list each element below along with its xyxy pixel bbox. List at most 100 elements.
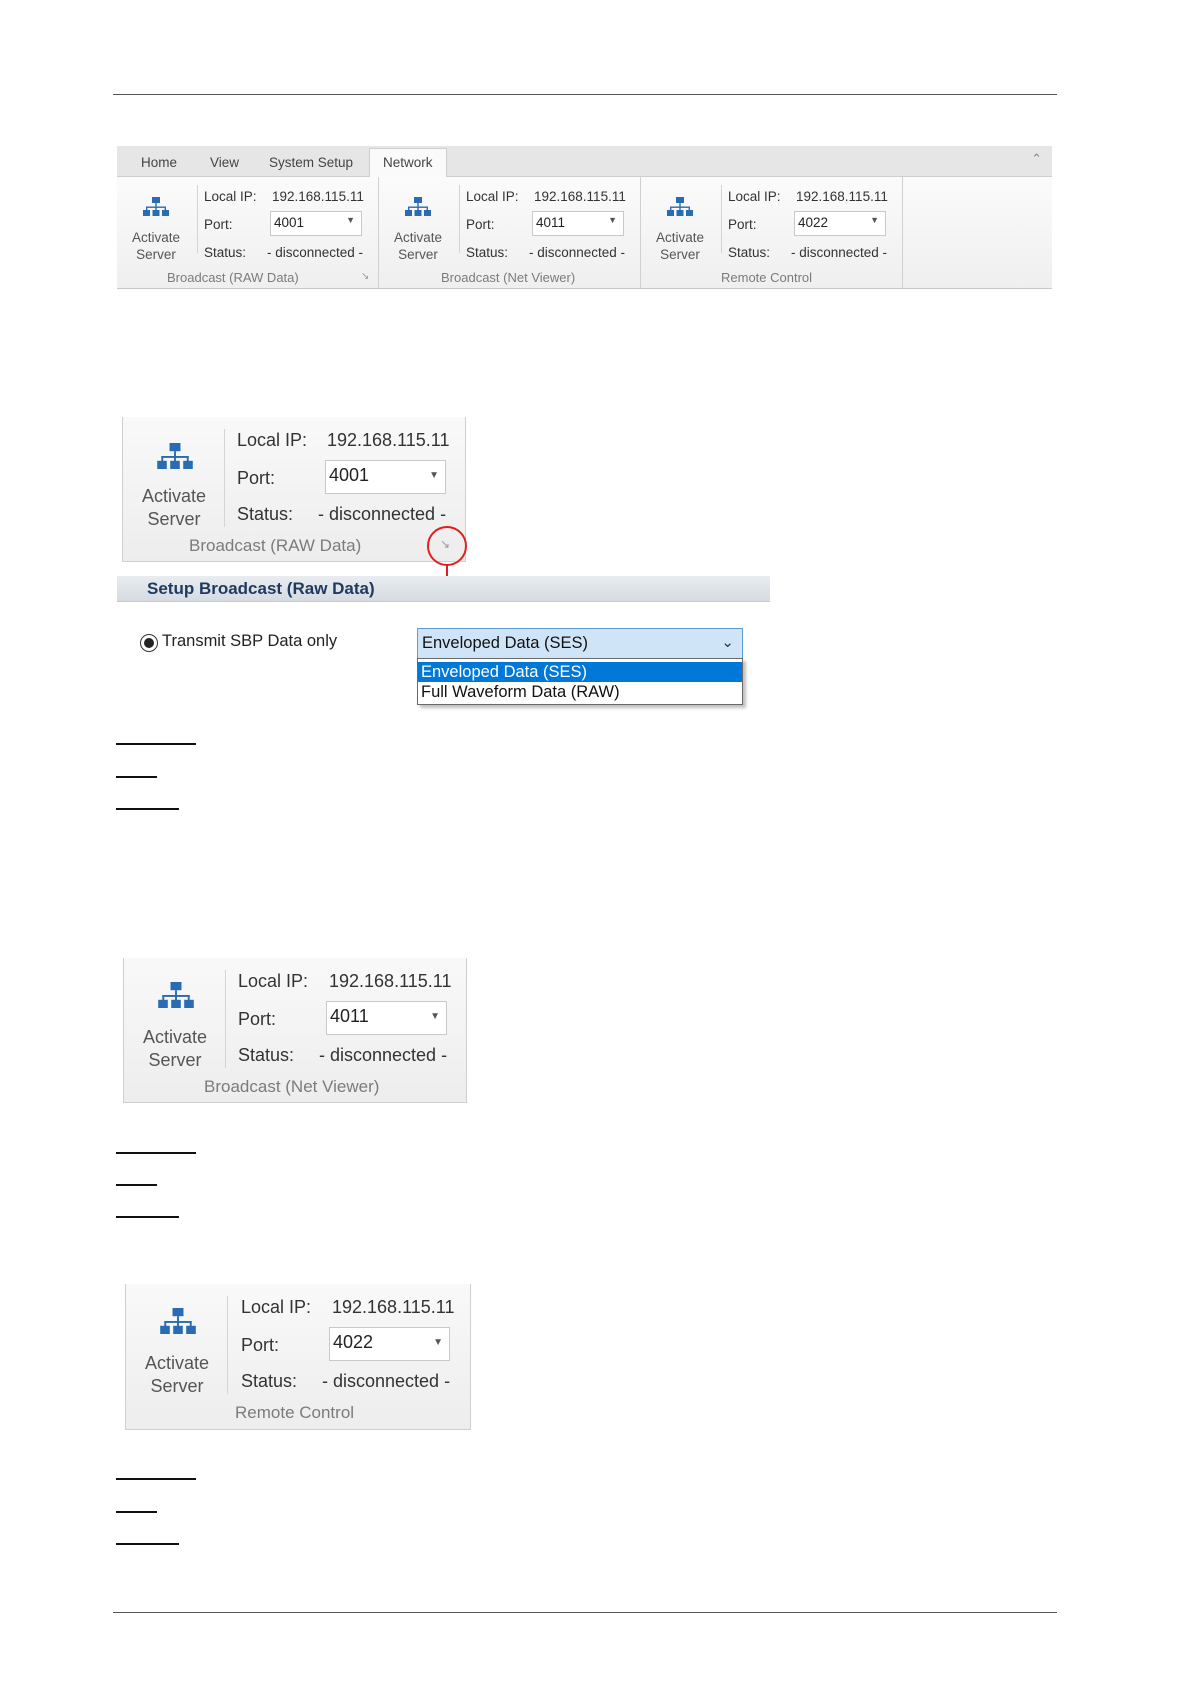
option-full-waveform[interactable]: Full Waveform Data (RAW)	[418, 682, 742, 702]
group-name: Broadcast (Net Viewer)	[204, 1077, 380, 1096]
transmit-sbp-label: Transmit SBP Data only	[162, 632, 338, 650]
tab-network[interactable]: Network	[369, 148, 447, 177]
dropdown-arrow-icon[interactable]: ▼	[870, 215, 879, 225]
network-icon	[157, 443, 193, 469]
port-select[interactable]: 4011 ▼	[532, 211, 624, 236]
local-ip-value: 192.168.115.11	[534, 189, 626, 204]
group-name: Broadcast (RAW Data)	[189, 536, 362, 555]
network-icon	[158, 982, 194, 1008]
group-divider	[225, 970, 226, 1068]
group-name: Broadcast (RAW Data)	[167, 270, 299, 285]
activate-label-line1: Activate	[131, 230, 181, 245]
ribbon-tab-bar: Home View System Setup Network ⌃	[117, 146, 1052, 177]
activate-server-button[interactable]: Activate Server	[645, 230, 715, 264]
network-icon	[667, 197, 693, 216]
underline-rule	[116, 1543, 179, 1545]
activate-label-line1: Activate	[144, 1353, 210, 1373]
port-select[interactable]: 4001 ▼	[325, 460, 446, 494]
port-label: Port:	[238, 1009, 277, 1029]
group-remote-control: Activate Server Local IP: 192.168.115.11…	[641, 177, 903, 288]
group-divider	[224, 429, 225, 527]
group-divider	[721, 185, 722, 253]
dropdown-arrow-icon[interactable]: ▼	[346, 215, 355, 225]
zoom-panel-broadcast-raw: Activate Server Local IP: 192.168.115.11…	[122, 417, 466, 562]
underline-rule	[116, 1511, 157, 1513]
port-label: Port:	[466, 217, 495, 232]
underline-rule	[116, 1184, 157, 1186]
group-broadcast-net: Activate Server Local IP: 192.168.115.11…	[379, 177, 641, 288]
port-value: 4001	[274, 215, 305, 230]
local-ip-label: Local IP:	[238, 971, 309, 991]
status-value: - disconnected -	[791, 245, 888, 260]
local-ip-value: 192.168.115.11	[329, 971, 452, 991]
port-select[interactable]: 4022 ▼	[794, 211, 886, 236]
top-rule	[113, 94, 1057, 95]
zoom-panel-remote-control: Activate Server Local IP: 192.168.115.11…	[125, 1284, 471, 1430]
bottom-rule	[113, 1612, 1057, 1613]
tab-system-setup[interactable]: System Setup	[269, 155, 353, 170]
activate-label-line2: Server	[150, 1375, 204, 1396]
status-label: Status:	[466, 245, 509, 260]
dropdown-arrow-icon[interactable]: ▼	[429, 470, 439, 481]
underline-rule	[116, 743, 196, 745]
local-ip-label: Local IP:	[241, 1297, 312, 1317]
local-ip-value: 192.168.115.11	[796, 189, 888, 204]
status-label: Status:	[204, 245, 247, 260]
setup-broadcast-header: Setup Broadcast (Raw Data)	[117, 576, 770, 602]
group-divider	[459, 185, 460, 253]
tab-view[interactable]: View	[210, 155, 239, 170]
port-value: 4001	[329, 465, 370, 485]
activate-server-button[interactable]: Activate Server	[383, 230, 453, 264]
local-ip-value: 192.168.115.11	[332, 1297, 455, 1317]
local-ip-value: 192.168.115.11	[272, 189, 364, 204]
activate-label-line2: Server	[136, 246, 176, 262]
network-icon	[405, 197, 431, 216]
status-value: - disconnected -	[267, 245, 364, 260]
group-name: Remote Control	[235, 1403, 355, 1422]
port-value: 4022	[333, 1332, 374, 1352]
underline-rule	[116, 808, 179, 810]
activate-server-button[interactable]: Activate Server	[130, 1352, 224, 1397]
local-ip-label: Local IP:	[237, 430, 308, 450]
status-value: - disconnected -	[529, 245, 626, 260]
port-label: Port:	[204, 217, 233, 232]
port-value: 4011	[536, 215, 566, 230]
activate-label-line1: Activate	[393, 230, 443, 245]
activate-server-button[interactable]: Activate Server	[127, 485, 221, 530]
port-select[interactable]: 4022 ▼	[329, 1327, 450, 1361]
local-ip-value: 192.168.115.11	[327, 430, 450, 450]
activate-server-button[interactable]: Activate Server	[121, 230, 191, 264]
underline-rule	[116, 1216, 179, 1218]
port-value: 4011	[330, 1006, 369, 1026]
chevron-down-icon[interactable]: ⌄	[721, 633, 734, 651]
activate-server-button[interactable]: Activate Server	[128, 1026, 222, 1071]
port-select[interactable]: 4001 ▼	[270, 211, 362, 236]
local-ip-label: Local IP:	[728, 189, 781, 204]
data-type-selected: Enveloped Data (SES)	[422, 634, 589, 652]
dropdown-arrow-icon[interactable]: ▼	[433, 1337, 443, 1348]
transmit-sbp-radio[interactable]	[140, 634, 158, 652]
activate-label-line1: Activate	[142, 1027, 208, 1047]
tab-home[interactable]: Home	[141, 155, 177, 170]
port-label: Port:	[241, 1335, 280, 1355]
status-label: Status:	[238, 1045, 295, 1065]
port-select[interactable]: 4011 ▼	[326, 1001, 447, 1035]
status-label: Status:	[237, 504, 294, 524]
activate-label-line2: Server	[660, 246, 700, 262]
group-divider	[227, 1296, 228, 1394]
status-value: - disconnected -	[318, 504, 447, 524]
ribbon: Home View System Setup Network ⌃ Activat…	[117, 146, 1052, 289]
underline-rule	[116, 1478, 196, 1480]
setup-broadcast-title: Setup Broadcast (Raw Data)	[147, 579, 375, 598]
zoom-panel-broadcast-net: Activate Server Local IP: 192.168.115.11…	[123, 958, 467, 1103]
dialog-launcher-icon[interactable]: ↘	[361, 271, 369, 282]
status-value: - disconnected -	[319, 1045, 448, 1065]
data-type-options: Enveloped Data (SES) Full Waveform Data …	[417, 658, 743, 705]
dropdown-arrow-icon[interactable]: ▼	[608, 215, 617, 225]
chevron-up-icon[interactable]: ⌃	[1031, 151, 1042, 167]
dropdown-arrow-icon[interactable]: ▼	[430, 1011, 440, 1022]
activate-label-line2: Server	[147, 508, 201, 529]
group-broadcast-raw: Activate Server Local IP: 192.168.115.11…	[117, 177, 379, 288]
data-type-dropdown[interactable]: Enveloped Data (SES) ⌄	[417, 628, 743, 659]
option-enveloped-data[interactable]: Enveloped Data (SES)	[418, 662, 742, 682]
